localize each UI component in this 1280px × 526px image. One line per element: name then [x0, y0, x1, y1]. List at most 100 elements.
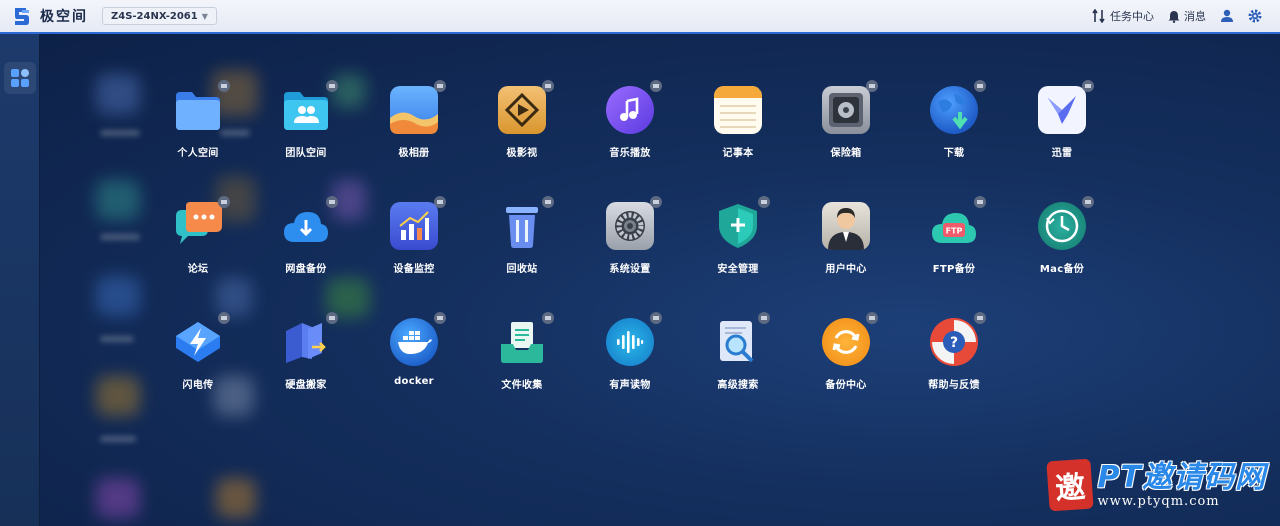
- app-badge: [218, 196, 230, 208]
- team-folder-icon: [282, 80, 338, 134]
- bar-chart-icon: [390, 196, 446, 250]
- background-blur: [96, 74, 140, 114]
- app-badge: [218, 312, 230, 324]
- app-help-feedback[interactable]: ? 帮助与反馈: [906, 312, 1002, 404]
- background-blur: [96, 376, 140, 416]
- app-label: 下载: [943, 148, 965, 159]
- app-advanced-search[interactable]: 高级搜索: [690, 312, 786, 404]
- disk-transfer-icon: [282, 312, 338, 366]
- lightning-icon: [174, 312, 230, 366]
- app-label: 文件收集: [501, 380, 543, 391]
- bird-icon: [1038, 80, 1094, 134]
- app-personal-space[interactable]: 个人空间: [150, 80, 246, 172]
- app-xunlei[interactable]: 迅雷: [1014, 80, 1110, 172]
- app-audiobook[interactable]: 有声读物: [582, 312, 678, 404]
- messages-button[interactable]: 消息: [1168, 8, 1206, 24]
- app-cloud-backup[interactable]: 网盘备份: [258, 196, 354, 288]
- folder-icon: [174, 80, 230, 134]
- settings-button[interactable]: [1248, 9, 1262, 23]
- user-icon: [1221, 9, 1233, 22]
- app-user-center[interactable]: 用户中心: [798, 198, 894, 288]
- app-safe-box[interactable]: 保险箱: [798, 80, 894, 172]
- app-label: 系统设置: [609, 264, 651, 275]
- user-avatar-icon: [822, 202, 870, 250]
- app-label: 迅雷: [1051, 148, 1073, 159]
- app-label: FTP备份: [932, 264, 976, 275]
- device-name: Z4S-24NX-2061: [111, 10, 198, 22]
- app-badge: [1082, 80, 1094, 92]
- app-label: 论坛: [187, 264, 209, 275]
- cloud-upload-icon: [282, 196, 338, 250]
- app-label: 记事本: [722, 148, 754, 159]
- app-badge: [434, 312, 446, 324]
- messages-label: 消息: [1184, 10, 1206, 23]
- sync-icon: [822, 312, 878, 366]
- app-badge: [542, 312, 554, 324]
- app-label: 有声读物: [609, 380, 651, 391]
- background-blur: [100, 436, 136, 442]
- app-flash-transfer[interactable]: 闪电传: [150, 312, 246, 404]
- background-blur: [216, 478, 256, 518]
- device-selector[interactable]: Z4S-24NX-2061 ▼: [102, 7, 217, 25]
- svg-text:FTP: FTP: [946, 227, 963, 236]
- app-badge: [758, 196, 770, 208]
- gear-settings-icon: [606, 196, 662, 250]
- gear-icon: [1248, 9, 1262, 23]
- app-notepad[interactable]: 记事本: [690, 82, 786, 172]
- app-badge: [758, 312, 770, 324]
- task-center-icon: [1092, 9, 1105, 23]
- app-team-space[interactable]: 团队空间: [258, 80, 354, 172]
- chevron-down-icon: ▼: [201, 11, 208, 21]
- magnifier-icon: [714, 312, 770, 366]
- top-bar: 极空间 Z4S-24NX-2061 ▼ 任务中心 消息: [0, 0, 1280, 34]
- ftp-cloud-icon: FTP: [930, 196, 986, 250]
- app-forum[interactable]: 论坛: [150, 196, 246, 288]
- app-mac-backup[interactable]: Mac备份: [1014, 196, 1110, 288]
- app-ftp-backup[interactable]: FTP FTP备份: [906, 196, 1002, 288]
- app-docker[interactable]: docker: [366, 312, 462, 404]
- app-label: 回收站: [506, 264, 538, 275]
- app-badge: [974, 80, 986, 92]
- app-system-settings[interactable]: 系统设置: [582, 196, 678, 288]
- app-disk-move[interactable]: 硬盘搬家: [258, 312, 354, 404]
- app-label: 音乐播放: [609, 148, 651, 159]
- watermark-url: www.ptyqm.com: [1097, 493, 1220, 509]
- app-security[interactable]: 安全管理: [690, 196, 786, 288]
- app-label: 网盘备份: [285, 264, 327, 275]
- app-device-monitor[interactable]: 设备监控: [366, 196, 462, 288]
- app-download[interactable]: 下载: [906, 80, 1002, 172]
- app-label: 安全管理: [717, 264, 759, 275]
- app-label: 用户中心: [825, 264, 867, 275]
- app-music[interactable]: 音乐播放: [582, 80, 678, 172]
- task-center-button[interactable]: 任务中心: [1092, 8, 1154, 24]
- app-badge: [650, 80, 662, 92]
- music-note-icon: [606, 80, 662, 134]
- app-photo-album[interactable]: 极相册: [366, 80, 462, 172]
- app-recycle-bin[interactable]: 回收站: [474, 196, 570, 288]
- app-file-collect[interactable]: 文件收集: [474, 312, 570, 404]
- watermark: 邀 PT邀请码网 www.ptyqm.com: [1045, 458, 1266, 512]
- app-video[interactable]: 极影视: [474, 80, 570, 172]
- docker-whale-icon: [390, 312, 446, 366]
- grid-apps-icon: [11, 69, 29, 87]
- app-badge: [326, 80, 338, 92]
- background-blur: [100, 130, 140, 136]
- app-label: 极相册: [398, 148, 430, 159]
- clock-icon: [1038, 196, 1094, 250]
- app-logo[interactable]: 极空间: [12, 5, 88, 27]
- app-label: docker: [394, 376, 434, 387]
- app-badge: [326, 312, 338, 324]
- watermark-title: PT邀请码网: [1097, 459, 1266, 495]
- app-backup-center[interactable]: 备份中心: [798, 312, 894, 404]
- photo-icon: [390, 80, 446, 134]
- app-badge: [650, 196, 662, 208]
- globe-download-icon: [930, 80, 986, 134]
- chat-bubble-icon: [174, 196, 230, 250]
- app-label: 极影视: [506, 148, 538, 159]
- app-badge: [866, 312, 878, 324]
- sidebar-item-apps[interactable]: [4, 62, 36, 94]
- bell-icon: [1168, 10, 1180, 23]
- task-center-label: 任务中心: [1110, 10, 1154, 23]
- user-button[interactable]: [1220, 9, 1234, 23]
- background-blur: [96, 180, 140, 220]
